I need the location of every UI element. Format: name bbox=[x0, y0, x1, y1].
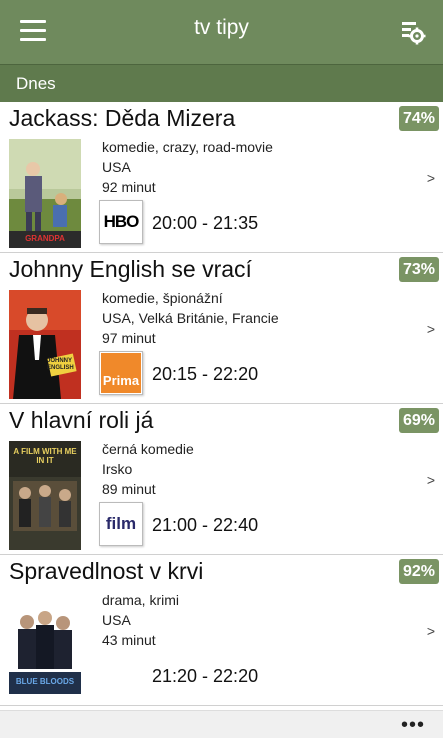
item-duration: 89 minut bbox=[102, 481, 156, 497]
poster-caption: JOHNNY ENGLISH bbox=[47, 358, 74, 371]
item-title: Jackass: Děda Mizera bbox=[9, 105, 236, 131]
rating-badge: 69% bbox=[399, 408, 439, 433]
item-country: USA bbox=[102, 159, 131, 175]
list-item[interactable]: Johnny English se vrací 73% JOHNNY ENGLI… bbox=[0, 253, 443, 404]
list-item[interactable]: Spravedlnost v krvi 92% BLUE BLOODS dram… bbox=[0, 555, 443, 706]
chevron-right-icon: > bbox=[426, 170, 435, 186]
poster-caption: BLUE BLOODS bbox=[15, 677, 75, 686]
chevron-right-icon: > bbox=[426, 472, 435, 488]
film-logo-text: film bbox=[105, 514, 137, 533]
item-duration: 43 minut bbox=[102, 632, 156, 648]
item-time: 21:20 - 22:20 bbox=[152, 666, 259, 686]
item-genres: drama, krimi bbox=[102, 592, 180, 608]
chevron-right-icon: > bbox=[426, 321, 435, 337]
item-time: 20:15 - 22:20 bbox=[152, 364, 259, 384]
more-options-icon[interactable]: ••• bbox=[401, 714, 425, 737]
item-genres: komedie, crazy, road-movie bbox=[102, 139, 273, 155]
hbo-logo: HBO bbox=[99, 200, 143, 244]
poster-image: JOHNNY ENGLISH bbox=[9, 290, 81, 399]
item-duration: 97 minut bbox=[102, 330, 156, 346]
app-bar: ••• bbox=[0, 710, 443, 738]
poster-image: GRANDPA bbox=[9, 139, 81, 248]
prima-logo: Prima bbox=[99, 351, 143, 395]
rating-badge: 92% bbox=[399, 559, 439, 584]
item-country: USA, Velká Británie, Francie bbox=[102, 310, 279, 326]
section-label: Dnes bbox=[16, 74, 56, 93]
item-country: USA bbox=[102, 612, 131, 628]
rating-badge: 73% bbox=[399, 257, 439, 282]
item-time: 21:00 - 22:40 bbox=[152, 515, 259, 535]
chevron-right-icon: > bbox=[426, 623, 435, 639]
item-time: 20:00 - 21:35 bbox=[152, 213, 259, 233]
poster-caption: GRANDPA bbox=[25, 234, 65, 243]
prima-logo-text: Prima bbox=[102, 373, 140, 388]
item-duration: 92 minut bbox=[102, 179, 156, 195]
list-item[interactable]: V hlavní roli já 69% A FILM WITH ME IN I… bbox=[0, 404, 443, 555]
section-header: Dnes bbox=[0, 64, 443, 102]
app-header: tv tipy bbox=[0, 0, 443, 64]
poster-caption: A FILM WITH ME IN IT bbox=[13, 447, 77, 465]
item-title: V hlavní roli já bbox=[9, 407, 154, 433]
settings-icon[interactable] bbox=[399, 18, 427, 46]
poster-image: A FILM WITH ME IN IT bbox=[9, 441, 81, 550]
film-logo: film bbox=[99, 502, 143, 546]
program-list: Jackass: Děda Mizera 74% GRANDPA komedie… bbox=[0, 102, 443, 706]
item-title: Johnny English se vrací bbox=[9, 256, 252, 282]
list-item[interactable]: Jackass: Děda Mizera 74% GRANDPA komedie… bbox=[0, 102, 443, 253]
item-genres: černá komedie bbox=[102, 441, 194, 457]
poster-image: BLUE BLOODS bbox=[9, 592, 81, 701]
hbo-logo-text: HBO bbox=[103, 212, 140, 231]
app-title: tv tipy bbox=[194, 16, 249, 39]
item-country: Irsko bbox=[102, 461, 133, 477]
item-genres: komedie, špionážní bbox=[102, 290, 223, 306]
item-title: Spravedlnost v krvi bbox=[9, 558, 204, 584]
rating-badge: 74% bbox=[399, 106, 439, 131]
